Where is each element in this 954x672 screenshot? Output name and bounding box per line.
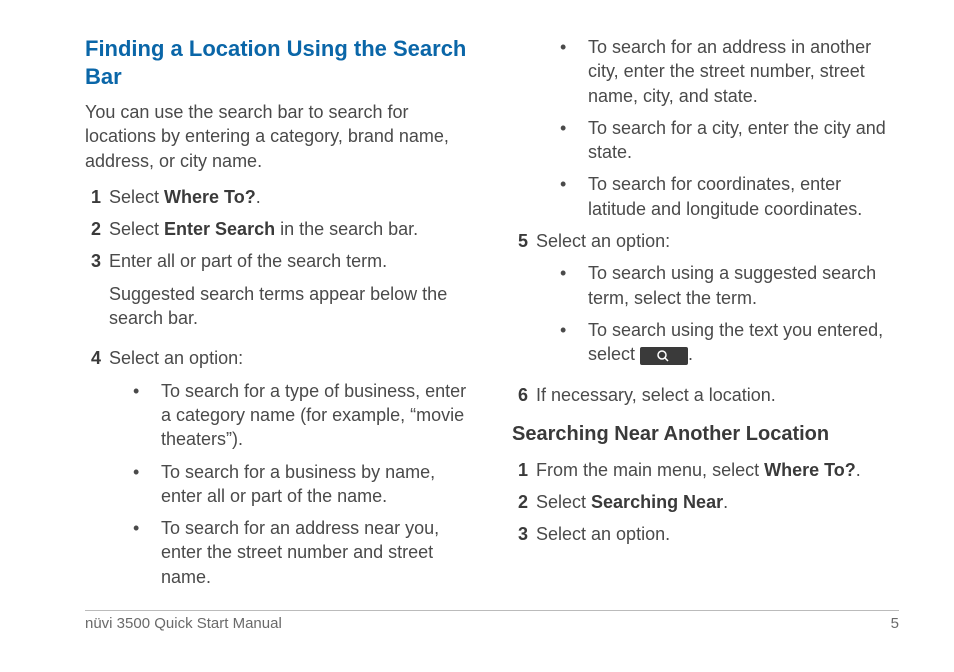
bullet-item: • To search for an address in another ci… <box>556 35 899 108</box>
step-text: Select Where To?. <box>109 185 472 209</box>
footer-title: nüvi 3500 Quick Start Manual <box>85 615 282 632</box>
near-step-1: 1 From the main menu, select Where To?. <box>512 458 899 482</box>
step-5: 5 Select an option: • To search using a … <box>512 229 899 374</box>
step-text: If necessary, select a location. <box>536 383 899 407</box>
step-6: 6 If necessary, select a location. <box>512 383 899 407</box>
step-text: From the main menu, select Where To?. <box>536 458 899 482</box>
step-4: 4 Select an option: • To search for a ty… <box>85 346 472 597</box>
page-footer: nüvi 3500 Quick Start Manual 5 <box>85 610 899 632</box>
step-text: Select Enter Search in the search bar. <box>109 217 472 241</box>
bullet-item: • To search for a city, enter the city a… <box>556 116 899 165</box>
bullet-item: • To search using the text you entered, … <box>556 318 899 367</box>
step-text: Select an option: • To search for a type… <box>109 346 472 597</box>
bullet-item: • To search for a business by name, ente… <box>129 460 472 509</box>
page-number: 5 <box>891 615 899 632</box>
near-step-2: 2 Select Searching Near. <box>512 490 899 514</box>
intro-paragraph: You can use the search bar to search for… <box>85 100 472 173</box>
step-2: 2 Select Enter Search in the search bar. <box>85 217 472 241</box>
step-number: 5 <box>512 229 536 374</box>
step-number: 2 <box>85 217 109 241</box>
right-column: • To search for an address in another ci… <box>512 35 899 610</box>
bullet-item: • To search for a type of business, ente… <box>129 379 472 452</box>
step-number: 4 <box>85 346 109 597</box>
bullet-item: • To search for coordinates, enter latit… <box>556 172 899 221</box>
bullet-item: • To search for an address near you, ent… <box>129 516 472 589</box>
step-text: Select an option. <box>536 522 899 546</box>
search-icon <box>640 347 688 365</box>
step-text: Select an option: • To search using a su… <box>536 229 899 374</box>
bullet-item: • To search using a suggested search ter… <box>556 261 899 310</box>
near-step-3: 3 Select an option. <box>512 522 899 546</box>
main-heading: Finding a Location Using the Search Bar <box>85 35 472 90</box>
step-1: 1 Select Where To?. <box>85 185 472 209</box>
step-number: 3 <box>512 522 536 546</box>
step-3: 3 Enter all or part of the search term. … <box>85 249 472 338</box>
left-column: Finding a Location Using the Search Bar … <box>85 35 472 610</box>
step-text: Enter all or part of the search term. Su… <box>109 249 472 338</box>
page-content: Finding a Location Using the Search Bar … <box>0 0 954 610</box>
step-number: 6 <box>512 383 536 407</box>
step-number: 2 <box>512 490 536 514</box>
subheading: Searching Near Another Location <box>512 421 899 448</box>
step-number: 1 <box>85 185 109 209</box>
step-text: Select Searching Near. <box>536 490 899 514</box>
step-number: 3 <box>85 249 109 338</box>
step-number: 1 <box>512 458 536 482</box>
